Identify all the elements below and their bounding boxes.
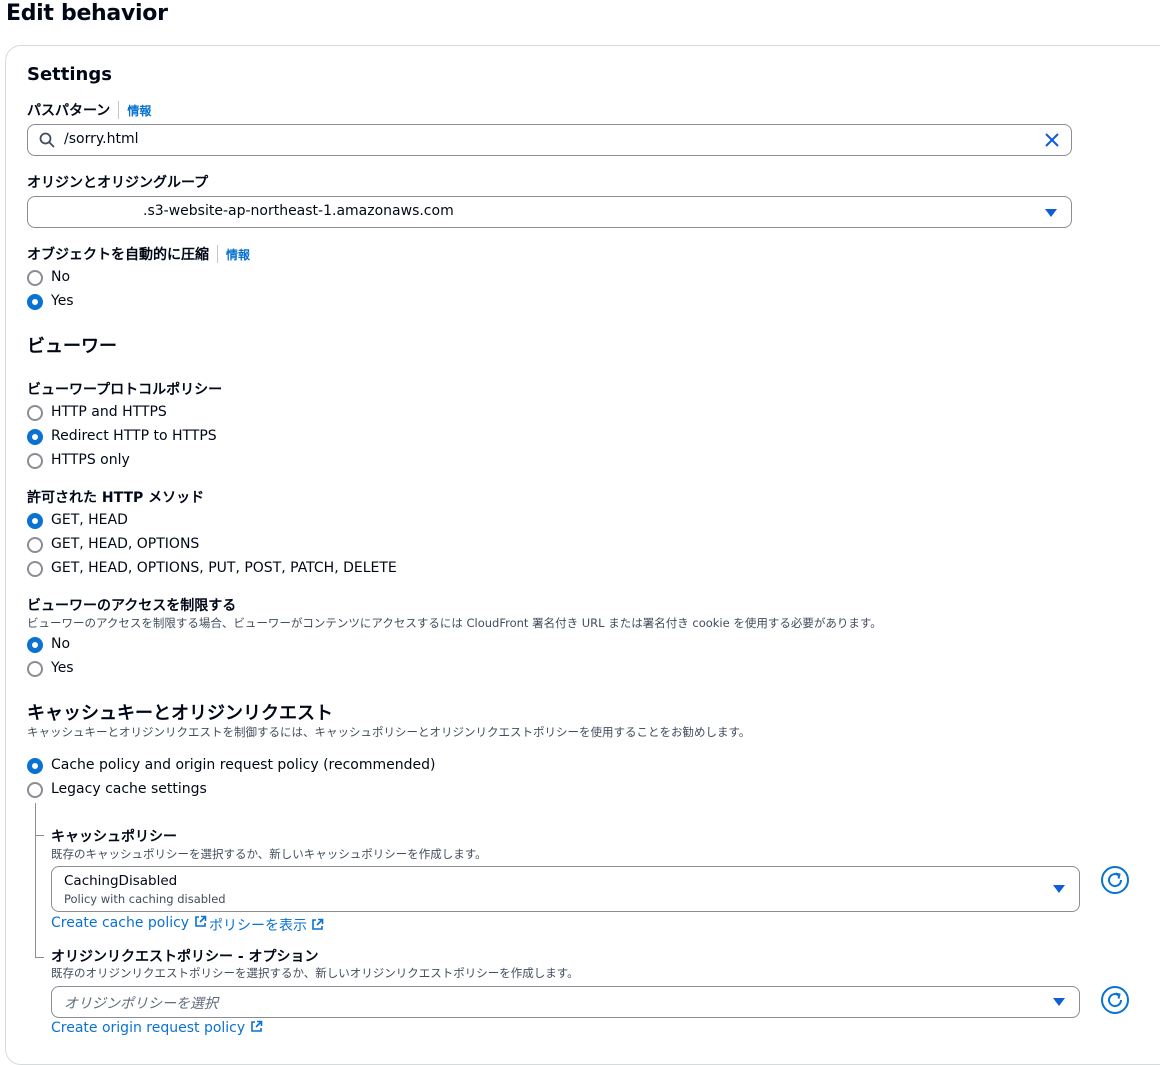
protocol-http-https-label[interactable]: HTTP and HTTPS (51, 404, 167, 420)
protocol-https-only-radio[interactable] (27, 453, 43, 469)
origin-value: .s3-website-ap-northeast-1.amazonaws.com (143, 203, 454, 219)
restrict-yes-radio[interactable] (27, 661, 43, 677)
compress-no-radio[interactable] (27, 270, 43, 286)
methods-get-head-radio[interactable] (27, 513, 43, 529)
refresh-origin-policy-button[interactable] (1101, 986, 1129, 1014)
create-origin-request-policy-link[interactable]: Create origin request policy (51, 1020, 263, 1036)
cache-heading: キャッシュキーとオリジンリクエスト (27, 703, 333, 724)
compress-info-link[interactable]: 情報 (226, 248, 250, 262)
external-link-icon (312, 918, 324, 930)
origin-select[interactable]: .s3-website-ap-northeast-1.amazonaws.com (27, 196, 1072, 228)
protocol-http-https-radio[interactable] (27, 405, 43, 421)
path-pattern-label: パスパターン 情報 (27, 100, 151, 120)
http-methods-label: 許可された HTTP メソッド (27, 490, 205, 506)
protocol-policy-label: ビューワープロトコルポリシー (27, 382, 223, 398)
view-policy-text: ポリシーを表示 (209, 918, 307, 934)
external-link-icon (250, 1020, 262, 1032)
refresh-icon (1108, 992, 1123, 1008)
origin-label: オリジンとオリジングループ (27, 175, 209, 191)
methods-all-radio[interactable] (27, 561, 43, 577)
compress-yes-radio[interactable] (27, 294, 43, 310)
restrict-access-label: ビューワーのアクセスを制限する (27, 598, 237, 614)
create-origin-request-policy-text: Create origin request policy (51, 1020, 246, 1036)
refresh-icon (1108, 872, 1123, 888)
refresh-cache-policy-button[interactable] (1101, 866, 1129, 894)
search-icon (39, 132, 55, 148)
methods-options-radio[interactable] (27, 537, 43, 553)
tree-line (35, 803, 36, 958)
methods-get-head-label[interactable]: GET, HEAD (51, 512, 128, 528)
cache-policy-description: 既存のキャッシュポリシーを選択するか、新しいキャッシュポリシーを作成します。 (51, 847, 487, 861)
cache-policy-label: キャッシュポリシー (51, 829, 177, 845)
info-separator (217, 245, 218, 263)
tree-branch (35, 957, 44, 958)
view-policy-link[interactable]: ポリシーを表示 (209, 915, 324, 935)
legacy-cache-label[interactable]: Legacy cache settings (51, 781, 207, 797)
origin-request-policy-description: 既存のオリジンリクエストポリシーを選択するか、新しいオリジンリクエストポリシーを… (51, 966, 579, 980)
cache-policy-select[interactable]: CachingDisabled Policy with caching disa… (51, 866, 1080, 912)
protocol-https-only-label[interactable]: HTTPS only (51, 452, 130, 468)
cache-policy-option-radio[interactable] (27, 758, 43, 774)
create-cache-policy-text: Create cache policy (51, 915, 190, 931)
settings-heading: Settings (27, 64, 112, 85)
caret-down-icon (1053, 885, 1065, 893)
caret-down-icon (1045, 209, 1057, 217)
cache-policy-option-label[interactable]: Cache policy and origin request policy (… (51, 757, 435, 773)
protocol-redirect-label[interactable]: Redirect HTTP to HTTPS (51, 428, 217, 444)
clear-icon[interactable] (1045, 133, 1059, 147)
restrict-no-radio[interactable] (27, 637, 43, 653)
caret-down-icon (1053, 998, 1065, 1006)
restrict-access-description: ビューワーのアクセスを制限する場合、ビューワーがコンテンツにアクセスするには C… (27, 616, 882, 630)
info-separator (118, 101, 120, 119)
compress-yes-label[interactable]: Yes (51, 293, 74, 309)
external-link-icon (194, 915, 206, 927)
cache-description: キャッシュキーとオリジンリクエストを制御するには、キャッシュポリシーとオリジンリ… (27, 725, 751, 739)
protocol-redirect-radio[interactable] (27, 429, 43, 445)
origin-request-policy-label: オリジンリクエストポリシー - オプション (51, 949, 319, 965)
restrict-no-label[interactable]: No (51, 636, 70, 652)
path-pattern-input[interactable]: /sorry.html (27, 124, 1072, 156)
methods-all-label[interactable]: GET, HEAD, OPTIONS, PUT, POST, PATCH, DE… (51, 560, 397, 576)
path-pattern-label-text: パスパターン (27, 103, 111, 119)
create-cache-policy-link[interactable]: Create cache policy (51, 915, 207, 931)
origin-request-policy-select[interactable]: オリジンポリシーを選択 (51, 986, 1080, 1018)
path-pattern-info-link[interactable]: 情報 (127, 104, 151, 118)
tree-branch (35, 835, 44, 836)
legacy-cache-radio[interactable] (27, 782, 43, 798)
methods-options-label[interactable]: GET, HEAD, OPTIONS (51, 536, 199, 552)
restrict-yes-label[interactable]: Yes (51, 660, 74, 676)
page-title: Edit behavior (6, 1, 168, 26)
viewer-heading: ビューワー (27, 336, 117, 357)
origin-request-policy-placeholder: オリジンポリシーを選択 (64, 996, 218, 1012)
compress-label-text: オブジェクトを自動的に圧縮 (27, 247, 209, 263)
path-pattern-value: /sorry.html (64, 131, 139, 147)
compress-no-label[interactable]: No (51, 269, 70, 285)
cache-policy-value-description: Policy with caching disabled (64, 892, 226, 906)
cache-policy-value: CachingDisabled (64, 873, 178, 889)
compress-label: オブジェクトを自動的に圧縮 情報 (27, 244, 250, 264)
